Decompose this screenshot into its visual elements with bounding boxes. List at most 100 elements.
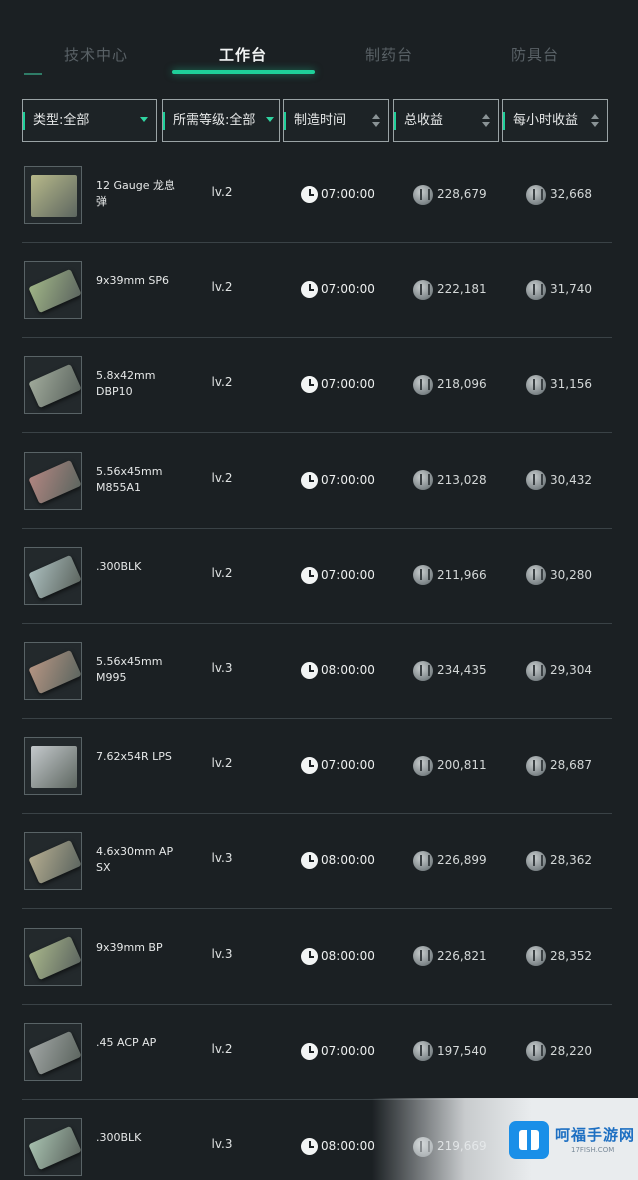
coin-icon (413, 660, 433, 681)
craft-time: 07:00:00 (301, 1041, 375, 1061)
craft-time-value: 07:00:00 (321, 187, 375, 201)
sort-icon (372, 113, 380, 129)
total-profit-value: 213,028 (437, 472, 487, 487)
craft-time-sort-label: 制造时间 (294, 113, 347, 128)
item-name: 5.56x45mm M855A1 (96, 464, 163, 494)
coin-icon (413, 470, 433, 491)
ammo-card-icon (28, 840, 81, 885)
hourly-profit-sort-label: 每小时收益 (513, 113, 579, 128)
coin-icon (526, 374, 546, 395)
list-item[interactable]: .45 ACP AP lv.2 07:00:00 197,540 28,220 (22, 1005, 612, 1100)
hourly-profit: 30,432 (526, 470, 592, 491)
hourly-profit-value: 28,352 (550, 948, 592, 963)
ammo-card-icon (28, 364, 81, 409)
coin-icon (413, 1041, 433, 1062)
craft-time-value: 07:00:00 (321, 472, 375, 487)
total-profit-value: 226,899 (437, 853, 487, 868)
required-level: lv.2 (211, 565, 233, 580)
required-level: lv.3 (211, 851, 233, 866)
tab-armor-station[interactable]: 防具台 (464, 38, 606, 72)
item-name: 4.6x30mm AP SX (96, 845, 174, 875)
craft-time-sort[interactable]: 制造时间 (283, 99, 389, 142)
required-level: lv.2 (211, 756, 233, 771)
coin-icon (413, 184, 433, 205)
coin-icon (526, 565, 546, 586)
hourly-profit: 31,156 (526, 374, 592, 395)
hourly-profit-sort[interactable]: 每小时收益 (502, 99, 608, 142)
sort-icon (591, 113, 599, 129)
required-level: lv.3 (211, 661, 233, 675)
craft-time: 08:00:00 (301, 1136, 375, 1156)
craft-time-value: 08:00:00 (321, 663, 375, 677)
ammo-card-icon (28, 935, 81, 980)
craft-time: 08:00:00 (301, 850, 375, 870)
list-item[interactable]: 9x39mm SP6 lv.2 07:00:00 222,181 31,740 (22, 243, 612, 339)
chevron-down-icon (266, 117, 274, 122)
total-profit-value: 218,096 (437, 377, 487, 392)
list-item[interactable]: 5.8x42mm DBP10 lv.2 07:00:00 218,096 31,156 (22, 338, 612, 434)
clock-icon (301, 1042, 318, 1060)
hourly-profit-value: 30,432 (550, 472, 592, 487)
list-item[interactable]: 7.62x54R LPS lv.2 07:00:00 200,811 28,687 (22, 719, 612, 815)
item-name: 7.62x54R LPS (96, 750, 172, 764)
total-profit: 197,540 (413, 1041, 487, 1062)
ammo-card-icon (28, 459, 81, 504)
total-profit: 222,181 (413, 279, 487, 300)
total-profit-value: 222,181 (437, 282, 487, 297)
ammo-thumbnail (24, 1022, 82, 1081)
hourly-profit-value: 28,362 (550, 853, 592, 868)
total-profit-value: 197,540 (437, 1043, 487, 1058)
total-profit: 218,096 (413, 374, 487, 395)
total-profit: 211,966 (413, 565, 487, 586)
total-profit-value: 234,435 (437, 663, 487, 677)
list-item[interactable]: 5.56x45mm M855A1 lv.2 07:00:00 213,028 30,43… (22, 434, 612, 529)
hourly-profit-value: 30,280 (550, 567, 592, 582)
list-item[interactable]: .300BLK lv.2 07:00:00 211,966 30,280 (22, 529, 612, 624)
level-filter-dropdown[interactable]: 所需等级:全部 (162, 99, 280, 142)
total-profit-value: 228,679 (437, 187, 487, 201)
clock-icon (301, 376, 318, 394)
ammo-thumbnail (24, 927, 82, 986)
ammo-thumbnail (24, 737, 82, 796)
tab-medical-station[interactable]: 制药台 (318, 38, 460, 72)
total-profit-value: 226,821 (437, 948, 487, 963)
hourly-profit: 28,352 (526, 946, 592, 967)
craft-time-value: 08:00:00 (321, 948, 375, 963)
total-profit-value: 211,966 (437, 567, 487, 582)
list-item[interactable]: 5.56x45mm M995 lv.3 08:00:00 234,435 29,304 (22, 624, 612, 719)
sort-icon (482, 113, 490, 129)
craft-time: 08:00:00 (301, 660, 375, 680)
required-level: lv.3 (211, 1137, 233, 1151)
total-profit-sort[interactable]: 总收益 (393, 99, 499, 142)
list-item[interactable]: 12 Gauge 龙息弹 lv.2 07:00:00 228,679 32,668 (22, 148, 612, 243)
coin-icon (526, 946, 546, 967)
clock-icon (301, 281, 318, 299)
total-profit: 228,679 (413, 184, 487, 205)
tab-accent-mark (24, 73, 42, 75)
hourly-profit: 32,668 (526, 184, 592, 205)
tab-workbench[interactable]: 工作台 (172, 38, 314, 72)
craft-time-value: 07:00:00 (321, 567, 375, 582)
ammo-thumbnail (24, 261, 82, 320)
item-name: .300BLK (96, 1131, 142, 1144)
ammo-card-icon (28, 1030, 81, 1075)
ammo-card-icon (28, 269, 81, 314)
hourly-profit: 30,280 (526, 565, 592, 586)
item-name: .45 ACP AP (96, 1035, 157, 1049)
list-item[interactable]: 4.6x30mm AP SX lv.3 08:00:00 226,899 28,362 (22, 814, 612, 910)
ammo-card-icon (28, 1125, 81, 1171)
required-level: lv.2 (211, 280, 233, 295)
tab-tech-center[interactable]: 技术中心 (25, 38, 167, 72)
hourly-profit-value: 31,740 (550, 282, 592, 297)
coin-icon (413, 850, 433, 871)
type-filter-dropdown[interactable]: 类型:全部 (22, 99, 157, 142)
hourly-profit: 29,304 (526, 660, 592, 681)
hourly-profit-value: 28,687 (550, 758, 592, 773)
craft-time-value: 07:00:00 (321, 377, 375, 392)
coin-icon (526, 660, 546, 681)
ammo-thumbnail (24, 356, 82, 415)
list-item[interactable]: 9x39mm BP lv.3 08:00:00 226,821 28,352 (22, 910, 612, 1005)
item-name: .300BLK (96, 559, 142, 573)
hourly-profit-value: 32,668 (550, 187, 592, 201)
ammo-thumbnail (24, 451, 82, 510)
